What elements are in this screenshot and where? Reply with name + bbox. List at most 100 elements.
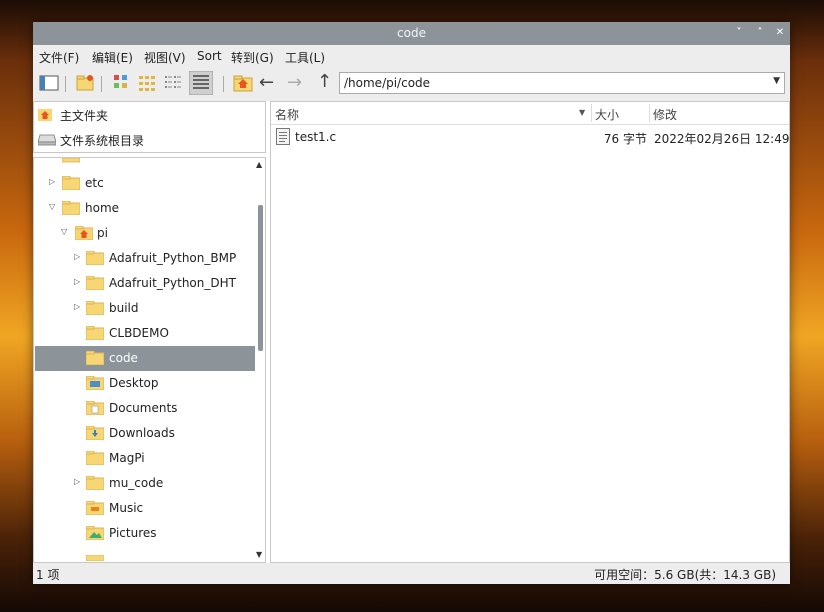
tree-item-label: MagPi	[109, 451, 145, 465]
tree-scrollbar-thumb[interactable]	[258, 205, 263, 351]
tree-item-label: code	[109, 351, 138, 365]
expand-arrow-icon[interactable]: ▷	[74, 302, 80, 311]
expand-arrow-icon[interactable]: ▷	[74, 277, 80, 286]
folder-icon	[86, 276, 104, 290]
file-manager-window: code ˅ ˄ ✕ 文件(F) 编辑(E) 视图(V) Sort 转到(G) …	[33, 22, 790, 584]
tree-item-label: home	[85, 201, 120, 215]
close-button[interactable]: ✕	[773, 25, 787, 41]
minimize-button[interactable]: ˅	[732, 25, 746, 41]
menu-sort[interactable]: Sort	[197, 49, 222, 63]
toolbar-separator	[101, 76, 102, 92]
tree-item-label: CLBDEMO	[109, 326, 169, 340]
tree-item-documents[interactable]: Documents	[35, 396, 255, 421]
detailed-list-view-icon[interactable]	[189, 71, 213, 95]
column-name[interactable]: 名称	[275, 106, 299, 123]
tree-item-adafruit-python-dht[interactable]: ▷ Adafruit_Python_DHT	[35, 271, 255, 296]
menu-bar: 文件(F) 编辑(E) 视图(V) Sort 转到(G) 工具(L)	[33, 45, 790, 67]
path-text[interactable]: /home/pi/code	[344, 76, 430, 90]
window-title: code	[397, 26, 426, 40]
tree-item-mu-code[interactable]: ▷ mu_code	[35, 471, 255, 496]
file-list-view: 名称 ▼ 大小 修改 test1.c 76 字节 2022年02月26日 12:…	[270, 101, 790, 563]
tree-item-music[interactable]: Music	[35, 496, 255, 521]
place-filesystem-root-label: 文件系统根目录	[60, 134, 145, 148]
folder-icon	[62, 201, 80, 215]
scroll-down-icon[interactable]: ▼	[256, 550, 262, 559]
back-button[interactable]: ←	[259, 72, 274, 93]
folder-icon	[86, 326, 104, 340]
new-folder-icon[interactable]	[75, 73, 95, 93]
folder-icon	[86, 555, 104, 561]
tree-item-build[interactable]: ▷ build	[35, 296, 255, 321]
column-separator[interactable]	[591, 104, 592, 122]
home-icon[interactable]	[233, 73, 253, 93]
path-dropdown-button[interactable]: ▼	[773, 76, 780, 86]
tree-scrollbar[interactable]: ▲ ▼	[255, 158, 265, 562]
forward-button[interactable]: →	[287, 72, 302, 93]
free-space: 可用空间：5.6 GB(共：14.3 GB)	[594, 568, 776, 582]
sort-arrow-icon[interactable]: ▼	[579, 108, 585, 117]
expand-arrow-icon[interactable]: ▷	[74, 477, 80, 486]
thumbnail-view-icon[interactable]	[111, 73, 131, 93]
tree-item-clbdemo[interactable]: CLBDEMO	[35, 321, 255, 346]
tree-item-label: mu_code	[109, 476, 164, 490]
tree-item-pi[interactable]: ▽ pi	[35, 221, 255, 246]
tree-item-label: Adafruit_Python_DHT	[109, 276, 236, 290]
places-pane: 主文件夹 文件系统根目录	[33, 101, 266, 153]
tree-item-etc[interactable]: ▷ etc	[35, 171, 255, 196]
expand-arrow-icon[interactable]: ▷	[49, 177, 55, 186]
window-titlebar[interactable]: code ˅ ˄ ✕	[33, 22, 790, 45]
tree-item-pictures[interactable]: Pictures	[35, 521, 255, 546]
file-name: test1.c	[295, 130, 337, 144]
column-separator[interactable]	[649, 104, 650, 122]
toolbar-separator	[65, 76, 66, 92]
tree-item-label: build	[109, 301, 139, 315]
expand-arrow-icon[interactable]: ▷	[74, 252, 80, 261]
up-button[interactable]: ↑	[317, 71, 332, 92]
scroll-up-icon[interactable]: ▲	[256, 160, 262, 169]
tree-item-magpi[interactable]: MagPi	[35, 446, 255, 471]
item-count: 1 项	[36, 568, 60, 582]
place-filesystem-root[interactable]: 文件系统根目录	[38, 129, 264, 151]
file-modified: 2022年02月26日 12:49	[654, 132, 790, 146]
column-size[interactable]: 大小	[595, 106, 619, 123]
toolbar-separator	[223, 76, 224, 92]
file-row[interactable]: test1.c 76 字节 2022年02月26日 12:49	[271, 126, 789, 148]
column-modified[interactable]: 修改	[653, 106, 677, 123]
folder-icon	[86, 301, 104, 315]
tree-item-label: Documents	[109, 401, 178, 415]
sidebar-toggle-icon[interactable]	[39, 73, 59, 93]
desktop-folder-icon	[86, 376, 104, 390]
collapse-arrow-icon[interactable]: ▽	[61, 227, 67, 236]
tree-item-label: pi	[97, 226, 108, 240]
drive-icon	[38, 134, 56, 146]
home-folder-icon	[75, 226, 93, 240]
tree-item-adafruit-python-bmp[interactable]: ▷ Adafruit_Python_BMP	[35, 246, 255, 271]
compact-view-icon[interactable]	[163, 73, 183, 93]
tree-item-label: Pictures	[109, 526, 157, 540]
menu-edit[interactable]: 编辑(E)	[92, 49, 133, 66]
menu-go[interactable]: 转到(G)	[231, 49, 274, 66]
menu-file[interactable]: 文件(F)	[39, 49, 79, 66]
folder-icon	[86, 451, 104, 465]
music-folder-icon	[86, 501, 104, 515]
icon-view-icon[interactable]	[137, 73, 157, 93]
directory-tree: ▷ etc ▽ home ▽ pi ▷ Adafruit_Python_BMP …	[33, 157, 266, 563]
text-file-icon	[276, 128, 290, 145]
documents-folder-icon	[86, 401, 104, 415]
file-size: 76 字节	[603, 132, 647, 146]
pictures-folder-icon	[86, 526, 104, 540]
path-input[interactable]: /home/pi/code ▼	[339, 72, 785, 94]
menu-tools[interactable]: 工具(L)	[285, 49, 325, 66]
tree-item-label: Adafruit_Python_BMP	[109, 251, 237, 265]
place-home[interactable]: 主文件夹	[38, 104, 264, 126]
folder-icon	[62, 176, 80, 190]
tree-item-desktop[interactable]: Desktop	[35, 371, 255, 396]
tree-item-downloads[interactable]: Downloads	[35, 421, 255, 446]
maximize-button[interactable]: ˄	[753, 25, 767, 41]
place-home-label: 主文件夹	[60, 109, 109, 123]
menu-view[interactable]: 视图(V)	[144, 49, 186, 66]
collapse-arrow-icon[interactable]: ▽	[49, 202, 55, 211]
column-header: 名称 ▼ 大小 修改	[271, 102, 789, 125]
tree-item-code[interactable]: code	[35, 346, 255, 371]
tree-item-home[interactable]: ▽ home	[35, 196, 255, 221]
